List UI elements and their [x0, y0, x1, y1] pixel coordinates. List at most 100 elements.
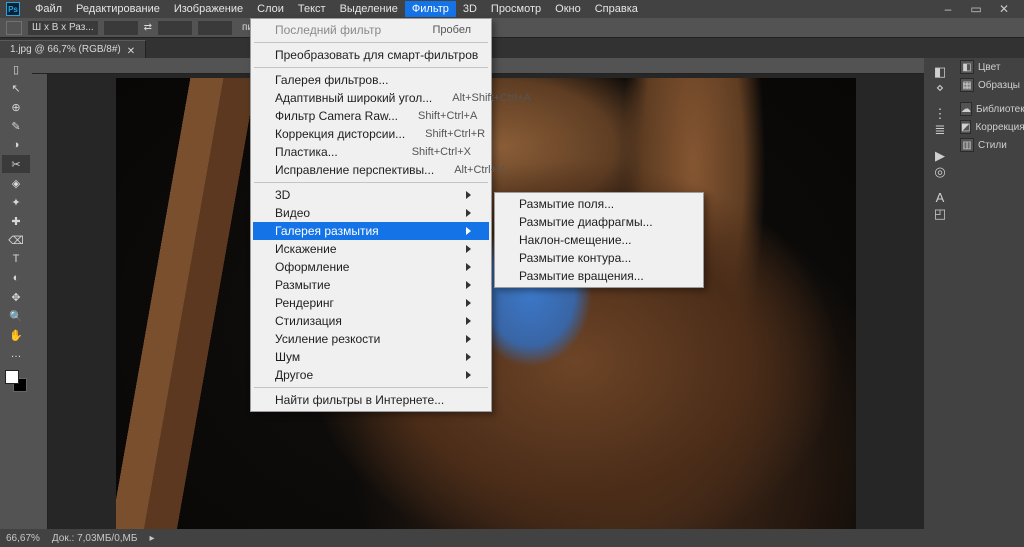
menu-item-online[interactable]: Найти фильтры в Интернете... — [253, 391, 489, 409]
tool-eyedropper[interactable]: ◈ — [2, 174, 30, 192]
menu-help[interactable]: Справка — [588, 1, 645, 17]
color-swatches[interactable] — [5, 370, 27, 392]
panel-icon[interactable]: A — [936, 190, 945, 205]
menu-filter[interactable]: Фильтр — [405, 1, 456, 17]
tool-move[interactable]: ↖ — [2, 79, 30, 97]
menu-item-smart[interactable]: Преобразовать для смарт-фильтров — [253, 46, 489, 64]
tool-eraser[interactable]: ⌫ — [2, 231, 30, 249]
tool-frame[interactable]: ▯ — [2, 60, 30, 78]
panel-swatches[interactable]: ▦ Образцы — [956, 76, 1024, 94]
submenu-item-field-blur[interactable]: Размытие поля... — [497, 195, 701, 213]
tool-marquee[interactable]: ⊕ — [2, 98, 30, 116]
libraries-icon: ☁ — [960, 102, 972, 116]
crop-preset-dropdown[interactable]: Ш x В x Раз... — [28, 21, 98, 35]
menu-item-other[interactable]: Другое — [253, 366, 489, 384]
tool-zoom[interactable]: 🔍 — [2, 307, 30, 325]
toolbox: ▯ ↖ ⊕ ✎ ◑ ✂ ◈ ✦ ✚ ⌫ T ◐ ✥ 🔍 ✋ … — [0, 58, 32, 529]
tool-more[interactable]: … — [2, 345, 30, 363]
menu-item-distort[interactable]: Искажение — [253, 240, 489, 258]
styles-icon: ▥ — [960, 138, 974, 152]
right-icon-strip: ◧⋄ ⋮≣ ▶◎ A◰ — [924, 58, 956, 529]
close-icon[interactable]: ✕ — [127, 46, 135, 54]
adjustments-icon: ◩ — [960, 120, 971, 134]
menu-item-lens[interactable]: Коррекция дисторсии... Shift+Ctrl+R — [253, 125, 489, 143]
blur-gallery-submenu: Размытие поля... Размытие диафрагмы... Н… — [494, 192, 704, 288]
menu-item-wide[interactable]: Адаптивный широкий угол... Alt+Shift+Ctr… — [253, 89, 489, 107]
options-bar: Ш x В x Раз... ⇄ пикс./см — [0, 18, 1024, 38]
panel-label: Цвет — [978, 62, 1000, 73]
panel-icon[interactable]: ⋄ — [936, 80, 944, 96]
tool-gradient[interactable]: ◐ — [2, 269, 30, 287]
panel-label: Библиотеки — [976, 104, 1024, 115]
window-close[interactable]: ✕ — [990, 2, 1018, 16]
panel-dock: ◧ Цвет ▦ Образцы ☁ Библиотеки ◩ Коррекци… — [956, 58, 1024, 529]
panel-color[interactable]: ◧ Цвет — [956, 58, 1024, 76]
document-tab-strip: 1.jpg @ 66,7% (RGB/8#) ✕ — [0, 38, 1024, 58]
menu-3d[interactable]: 3D — [456, 1, 484, 17]
opt-field[interactable] — [158, 21, 192, 35]
submenu-item-iris-blur[interactable]: Размытие диафрагмы... — [497, 213, 701, 231]
menu-item-gallery[interactable]: Галерея фильтров... — [253, 71, 489, 89]
menu-window[interactable]: Окно — [548, 1, 588, 17]
menu-item-stylize[interactable]: Оформление — [253, 258, 489, 276]
menu-file[interactable]: Файл — [28, 1, 69, 17]
panel-libraries[interactable]: ☁ Библиотеки — [956, 100, 1024, 118]
panel-label: Образцы — [978, 80, 1020, 91]
tool-brush[interactable]: ✦ — [2, 193, 30, 211]
panel-adjustments[interactable]: ◩ Коррекция — [956, 118, 1024, 136]
document-tab-label: 1.jpg @ 66,7% (RGB/8#) — [10, 44, 121, 55]
document-tab[interactable]: 1.jpg @ 66,7% (RGB/8#) ✕ — [0, 40, 146, 58]
menu-item-sharpen[interactable]: Усиление резкости — [253, 330, 489, 348]
panel-icon[interactable]: ◧ — [934, 64, 946, 80]
menu-type[interactable]: Текст — [291, 1, 333, 17]
tool-lasso[interactable]: ✎ — [2, 117, 30, 135]
menu-bar: Ps Файл Редактирование Изображение Слои … — [0, 0, 1024, 18]
tool-shape[interactable]: ✥ — [2, 288, 30, 306]
menu-edit[interactable]: Редактирование — [69, 1, 167, 17]
app-logo: Ps — [6, 2, 20, 16]
menu-item-cameraraw[interactable]: Фильтр Camera Raw... Shift+Ctrl+A — [253, 107, 489, 125]
menu-layers[interactable]: Слои — [250, 1, 291, 17]
menu-item-noise[interactable]: Шум — [253, 348, 489, 366]
menu-item-3d[interactable]: 3D — [253, 186, 489, 204]
opt-field[interactable] — [198, 21, 232, 35]
work-area: ▯ ↖ ⊕ ✎ ◑ ✂ ◈ ✦ ✚ ⌫ T ◐ ✥ 🔍 ✋ … ◧⋄ ⋮≣ ▶◎… — [0, 58, 1024, 529]
menu-select[interactable]: Выделение — [333, 1, 405, 17]
panel-icon[interactable]: ⋮ — [934, 106, 947, 122]
submenu-item-spin-blur[interactable]: Размытие вращения... — [497, 267, 701, 285]
status-bar: 66,67% Док.: 7,03МБ/0,МБ ▸ — [0, 529, 1024, 547]
window-restore[interactable]: ▭ — [962, 2, 990, 16]
menu-item-video[interactable]: Видео — [253, 204, 489, 222]
panel-icon[interactable]: ◰ — [934, 206, 946, 222]
tool-heal[interactable]: ✚ — [2, 212, 30, 230]
submenu-item-tilt-shift[interactable]: Наклон-смещение... — [497, 231, 701, 249]
menu-item-artistic[interactable]: Стилизация — [253, 312, 489, 330]
zoom-level[interactable]: 66,67% — [6, 533, 40, 544]
panel-styles[interactable]: ▥ Стили — [956, 136, 1024, 154]
tool-crop[interactable]: ✂ — [2, 155, 30, 173]
tool-type[interactable]: T — [2, 250, 30, 268]
menu-item-blur-gallery[interactable]: Галерея размытия — [253, 222, 489, 240]
tool-quickselect[interactable]: ◑ — [2, 136, 30, 154]
crop-tool-icon[interactable] — [6, 21, 22, 35]
panel-icon[interactable]: ◎ — [934, 164, 945, 180]
panel-icon[interactable]: ≣ — [935, 122, 946, 138]
doc-info[interactable]: Док.: 7,03МБ/0,МБ — [52, 533, 138, 544]
menu-item-blur[interactable]: Размытие — [253, 276, 489, 294]
menu-item-liquify[interactable]: Пластика... Shift+Ctrl+X — [253, 143, 489, 161]
panel-label: Коррекция — [975, 122, 1024, 133]
swatches-icon: ▦ — [960, 78, 974, 92]
menu-item-vanishing[interactable]: Исправление перспективы... Alt+Ctrl+V — [253, 161, 489, 179]
fg-color[interactable] — [5, 370, 19, 384]
window-controls: – ▭ ✕ — [934, 2, 1018, 16]
tool-hand[interactable]: ✋ — [2, 326, 30, 344]
menu-item-render[interactable]: Рендеринг — [253, 294, 489, 312]
opt-field[interactable] — [104, 21, 138, 35]
window-minimize[interactable]: – — [934, 2, 962, 16]
panel-label: Стили — [978, 140, 1007, 151]
submenu-item-path-blur[interactable]: Размытие контура... — [497, 249, 701, 267]
panel-icon[interactable]: ▶ — [935, 148, 945, 164]
menu-item-last-filter: Последний фильтр Пробел — [253, 21, 489, 39]
menu-view[interactable]: Просмотр — [484, 1, 548, 17]
menu-image[interactable]: Изображение — [167, 1, 250, 17]
